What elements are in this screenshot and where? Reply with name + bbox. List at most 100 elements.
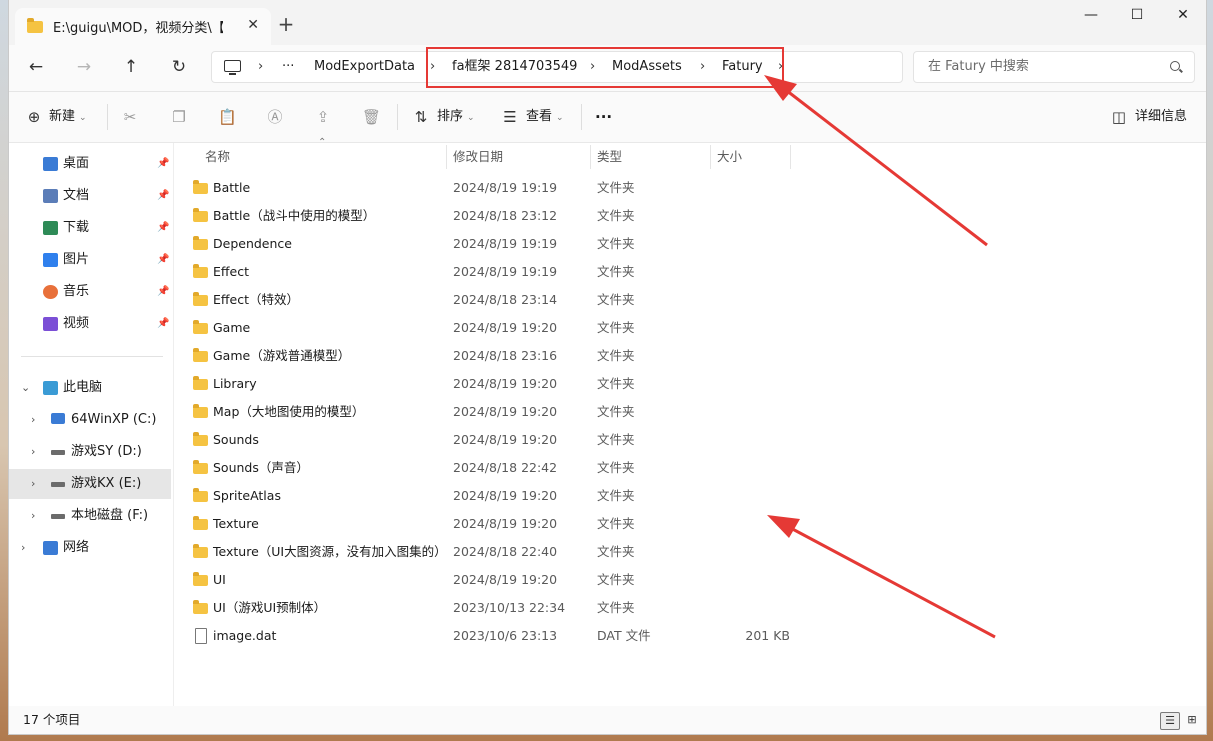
windows-drive-icon bbox=[51, 413, 65, 424]
sidebar-item-label: 游戏KX (E:) bbox=[71, 476, 142, 491]
chevron-right-icon[interactable]: › bbox=[21, 533, 25, 563]
sidebar-item-drive-e[interactable]: › 游戏KX (E:) bbox=[9, 469, 171, 499]
table-row[interactable]: Texture 2024/8/19 19:20 文件夹 bbox=[174, 510, 794, 538]
table-row[interactable]: UI（游戏UI预制体） 2023/10/13 22:34 文件夹 bbox=[174, 594, 794, 622]
sidebar-item-label: 音乐 bbox=[63, 284, 90, 299]
details-button[interactable]: 详细信息 bbox=[1135, 92, 1187, 142]
pin-icon[interactable]: 📌 bbox=[157, 309, 169, 339]
file-name: Library bbox=[213, 376, 257, 391]
sidebar-item-network[interactable]: › 网络 bbox=[9, 533, 171, 563]
table-row[interactable]: Effect 2024/8/19 19:19 文件夹 bbox=[174, 258, 794, 286]
delete-icon[interactable]: 🗑 bbox=[362, 108, 381, 126]
table-row[interactable]: Battle（战斗中使用的模型） 2024/8/18 23:12 文件夹 bbox=[174, 202, 794, 230]
breadcrumb-separator[interactable]: › bbox=[258, 52, 263, 82]
table-row[interactable]: Effect（特效） 2024/8/18 23:14 文件夹 bbox=[174, 286, 794, 314]
search-placeholder: 在 Fatury 中搜索 bbox=[928, 59, 1029, 74]
up-button[interactable]: ↑ bbox=[116, 53, 146, 81]
breadcrumb-modexportdata[interactable]: ModExportData bbox=[314, 52, 415, 82]
new-tab-button[interactable]: + bbox=[271, 12, 301, 38]
sidebar-item-label: 桌面 bbox=[63, 156, 90, 171]
maximize-button[interactable]: ☐ bbox=[1114, 0, 1160, 32]
file-date: 2024/8/19 19:19 bbox=[453, 180, 558, 195]
view-button[interactable]: 查看 ⌄ bbox=[526, 92, 564, 142]
table-row[interactable]: Texture（UI大图资源，没有加入图集的） 2024/8/18 22:40 文件… bbox=[174, 538, 794, 566]
pin-icon[interactable]: 📌 bbox=[157, 277, 169, 307]
sidebar-item-this-pc[interactable]: ⌄ 此电脑 bbox=[9, 373, 171, 403]
column-divider[interactable] bbox=[710, 145, 711, 169]
sidebar-item-music[interactable]: 音乐 📌 bbox=[9, 277, 171, 307]
sidebar-item-videos[interactable]: 视频 📌 bbox=[9, 309, 171, 339]
sidebar-item-desktop[interactable]: 桌面 📌 bbox=[9, 149, 171, 179]
this-pc-icon[interactable] bbox=[224, 60, 241, 75]
close-window-button[interactable]: ✕ bbox=[1160, 0, 1206, 32]
rename-icon[interactable]: Ⓐ bbox=[266, 108, 284, 126]
new-button[interactable]: 新建 ⌄ bbox=[49, 92, 87, 142]
sort-button[interactable]: 排序 ⌄ bbox=[437, 92, 475, 142]
sidebar-item-pictures[interactable]: 图片 📌 bbox=[9, 245, 171, 275]
search-input[interactable]: 在 Fatury 中搜索 bbox=[913, 51, 1195, 83]
chevron-right-icon[interactable]: › bbox=[31, 405, 35, 435]
table-row[interactable]: Map（大地图使用的模型） 2024/8/19 19:20 文件夹 bbox=[174, 398, 794, 426]
file-date: 2024/8/19 19:20 bbox=[453, 404, 558, 419]
download-icon bbox=[43, 221, 58, 235]
details-view-icon[interactable]: ☰ bbox=[1160, 712, 1180, 730]
folder-icon bbox=[193, 208, 208, 222]
pin-icon[interactable]: 📌 bbox=[157, 213, 169, 243]
table-row[interactable]: UI 2024/8/19 19:20 文件夹 bbox=[174, 566, 794, 594]
more-options-button[interactable]: ··· bbox=[595, 92, 612, 142]
forward-button[interactable]: → bbox=[69, 53, 99, 81]
back-button[interactable]: ← bbox=[21, 53, 51, 81]
table-row[interactable]: Dependence 2024/8/19 19:19 文件夹 bbox=[174, 230, 794, 258]
column-divider[interactable] bbox=[590, 145, 591, 169]
toolbar-divider bbox=[107, 104, 108, 130]
sidebar-item-drive-d[interactable]: › 游戏SY (D:) bbox=[9, 437, 171, 467]
navigation-pane: 桌面 📌 文档 📌 下载 📌 图片 📌 音乐 📌 视频 📌 ⌄ 此电脑 › 64… bbox=[9, 143, 174, 706]
table-row[interactable]: Library 2024/8/19 19:20 文件夹 bbox=[174, 370, 794, 398]
sidebar-item-downloads[interactable]: 下载 📌 bbox=[9, 213, 171, 243]
breadcrumb-overflow[interactable]: ··· bbox=[282, 52, 294, 82]
chevron-right-icon[interactable]: › bbox=[31, 437, 35, 467]
table-row[interactable]: Game 2024/8/19 19:20 文件夹 bbox=[174, 314, 794, 342]
search-icon[interactable] bbox=[1170, 61, 1180, 71]
file-name: image.dat bbox=[213, 628, 277, 643]
chevron-right-icon[interactable]: › bbox=[31, 501, 35, 531]
table-row[interactable]: Game（游戏普通模型） 2024/8/18 23:16 文件夹 bbox=[174, 342, 794, 370]
table-row[interactable]: image.dat 2023/10/6 23:13 DAT 文件 201 KB bbox=[174, 622, 794, 650]
pin-icon[interactable]: 📌 bbox=[157, 245, 169, 275]
command-bar: ⊕ 新建 ⌄ ✂ ❐ 📋 Ⓐ ⇪ 🗑 ⇅ 排序 ⌄ ☰ 查看 ⌄ ··· ◫ 详细信息 bbox=[9, 92, 1206, 143]
chevron-right-icon[interactable]: › bbox=[31, 469, 35, 499]
column-header-type[interactable]: 类型 bbox=[597, 143, 622, 171]
file-type: 文件夹 bbox=[597, 208, 635, 223]
paste-icon[interactable]: 📋 bbox=[218, 108, 237, 126]
copy-icon[interactable]: ❐ bbox=[170, 108, 188, 126]
file-type: 文件夹 bbox=[597, 264, 635, 279]
folder-icon bbox=[193, 376, 208, 390]
column-header-name[interactable]: 名称 bbox=[205, 143, 230, 171]
pin-icon[interactable]: 📌 bbox=[157, 149, 169, 179]
tab-current[interactable]: E:\guigu\MOD，视频分类\【3 ✕ bbox=[15, 8, 271, 45]
minimize-button[interactable]: — bbox=[1068, 0, 1114, 32]
file-type: 文件夹 bbox=[597, 236, 635, 251]
column-divider[interactable] bbox=[446, 145, 447, 169]
table-row[interactable]: Battle 2024/8/19 19:19 文件夹 bbox=[174, 174, 794, 202]
column-header-size[interactable]: 大小 bbox=[717, 143, 742, 171]
sidebar-item-drive-f[interactable]: › 本地磁盘 (F:) bbox=[9, 501, 171, 531]
cut-icon[interactable]: ✂ bbox=[121, 108, 139, 126]
column-header-date[interactable]: 修改日期 bbox=[453, 143, 503, 171]
table-row[interactable]: Sounds（声音） 2024/8/18 22:42 文件夹 bbox=[174, 454, 794, 482]
chevron-down-icon[interactable]: ⌄ bbox=[21, 373, 30, 403]
file-name: UI bbox=[213, 572, 226, 587]
pin-icon[interactable]: 📌 bbox=[157, 181, 169, 211]
refresh-button[interactable]: ↻ bbox=[164, 53, 194, 81]
table-row[interactable]: Sounds 2024/8/19 19:20 文件夹 bbox=[174, 426, 794, 454]
column-divider[interactable] bbox=[790, 145, 791, 169]
share-icon[interactable]: ⇪ bbox=[314, 108, 332, 126]
sidebar-item-drive-c[interactable]: › 64WinXP (C:) bbox=[9, 405, 171, 435]
sort-icon: ⇅ bbox=[414, 108, 428, 126]
file-date: 2024/8/19 19:20 bbox=[453, 320, 558, 335]
folder-icon bbox=[193, 348, 208, 362]
close-tab-icon[interactable]: ✕ bbox=[247, 17, 259, 33]
tiles-view-icon[interactable]: ⊞ bbox=[1183, 712, 1201, 728]
sidebar-item-documents[interactable]: 文档 📌 bbox=[9, 181, 171, 211]
table-row[interactable]: SpriteAtlas 2024/8/19 19:20 文件夹 bbox=[174, 482, 794, 510]
